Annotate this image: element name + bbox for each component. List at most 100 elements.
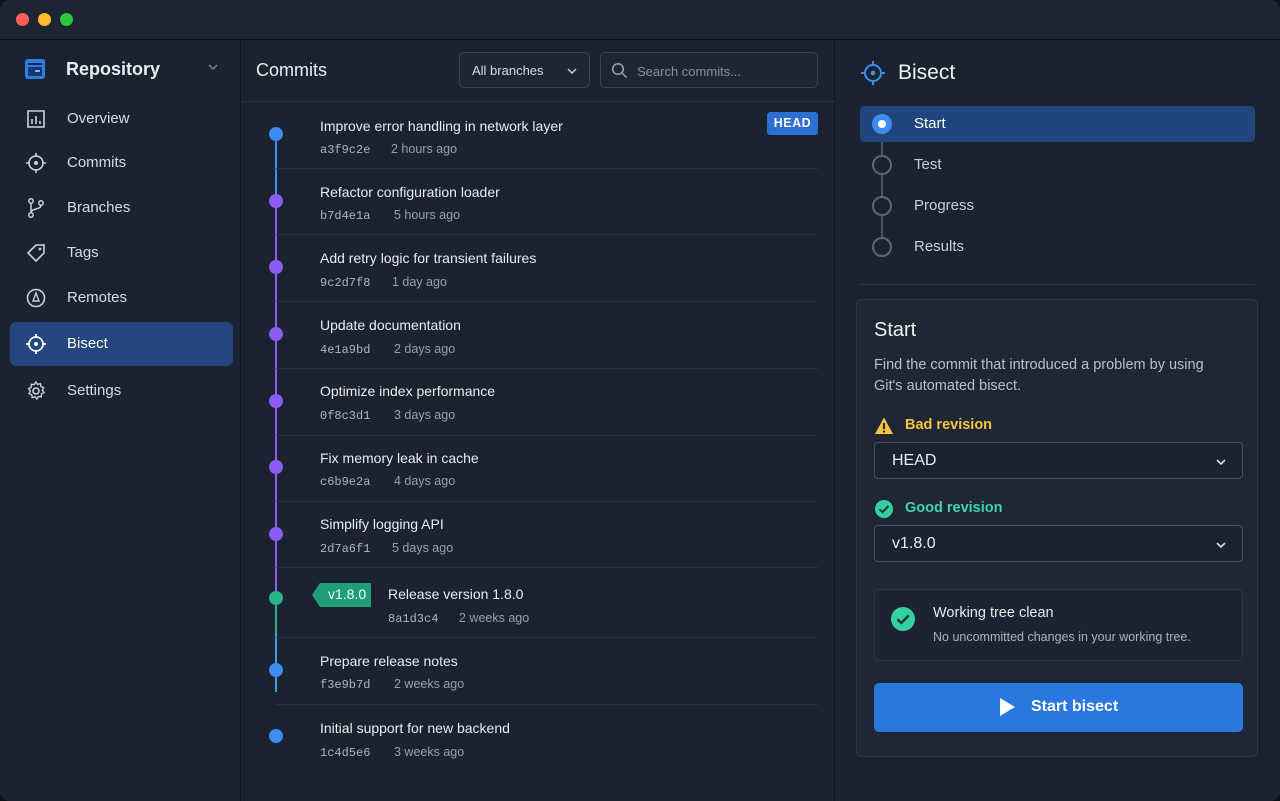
step-progress[interactable]: Progress xyxy=(860,188,1255,224)
app-window: Repository Overview Commits Branches Tag… xyxy=(0,0,1280,801)
commit-row[interactable]: v1.8.0 Release version 1.8.0 8a1d3c4 2 w… xyxy=(269,568,818,638)
search-icon xyxy=(611,62,628,79)
commits-panel: Commits All branches Improve error handl… xyxy=(242,40,835,801)
start-bisect-label: Start bisect xyxy=(1031,698,1119,715)
check-circle-icon xyxy=(875,500,893,518)
commit-hash: a3f9c2e xyxy=(320,143,371,157)
start-card: Start Find the commit that introduced a … xyxy=(856,299,1258,757)
commit-time: 2 weeks ago xyxy=(394,677,465,691)
sidebar-item-settings[interactable]: Settings xyxy=(10,369,233,413)
sidebar-item-bisect[interactable]: Bisect xyxy=(10,322,233,366)
commit-row[interactable]: Update documentation 4e1a9bd 2 days ago xyxy=(269,302,818,369)
commit-dot xyxy=(269,591,283,605)
commit-message: Prepare release notes xyxy=(320,653,458,669)
step-indicator xyxy=(872,237,892,257)
sidebar-item-label: Commits xyxy=(67,154,127,171)
commit-time: 2 hours ago xyxy=(391,142,458,156)
good-revision-text: Good revision xyxy=(905,500,1003,516)
branches-icon xyxy=(28,198,44,218)
start-bisect-button[interactable]: Start bisect xyxy=(874,683,1243,732)
working-tree-status: Working tree clean No uncommitted change… xyxy=(874,589,1243,661)
commit-row[interactable]: Initial support for new backend 1c4d5e6 … xyxy=(269,705,818,772)
chevron-down-icon xyxy=(1216,459,1226,466)
commit-time: 2 days ago xyxy=(394,342,456,356)
commit-time: 3 days ago xyxy=(394,408,456,422)
remotes-icon xyxy=(26,288,46,308)
overview-icon xyxy=(27,110,45,128)
maximize-window-button[interactable] xyxy=(60,13,73,26)
commit-hash: c6b9e2a xyxy=(320,475,371,489)
branch-filter-value: All branches xyxy=(472,63,544,78)
bisect-icon xyxy=(861,61,885,85)
good-revision-select[interactable]: v1.8.0 xyxy=(874,525,1243,562)
commit-message: Optimize index performance xyxy=(320,383,496,399)
search-box xyxy=(600,52,818,88)
head-badge: HEAD xyxy=(767,112,818,135)
commit-time: 1 day ago xyxy=(392,275,447,289)
commit-message: Initial support for new backend xyxy=(320,720,510,736)
bad-revision-select[interactable]: HEAD xyxy=(874,442,1243,479)
check-circle-icon xyxy=(891,607,915,631)
commit-row[interactable]: Refactor configuration loader b7d4e1a 5 … xyxy=(269,169,818,235)
commit-hash: 2d7a6f1 xyxy=(320,542,371,556)
step-results[interactable]: Results xyxy=(860,229,1255,265)
step-indicator xyxy=(872,196,892,216)
commit-row[interactable]: Add retry logic for transient failures 9… xyxy=(269,235,818,302)
minimize-window-button[interactable] xyxy=(38,13,51,26)
sidebar-item-commits[interactable]: Commits xyxy=(10,141,233,185)
commit-hash: f3e9b7d xyxy=(320,678,371,692)
commit-dot xyxy=(269,460,283,474)
commit-hash: 4e1a9bd xyxy=(320,343,371,357)
sidebar-item-label: Overview xyxy=(67,110,130,127)
commit-row[interactable]: Optimize index performance 0f8c3d1 3 day… xyxy=(269,369,818,436)
commit-message: Simplify logging API xyxy=(320,516,444,532)
sidebar-item-label: Tags xyxy=(67,244,99,261)
warning-icon xyxy=(875,417,893,434)
repository-selector[interactable]: Repository xyxy=(24,58,224,82)
commit-message: Fix memory leak in cache xyxy=(320,450,479,466)
commit-time: 3 weeks ago xyxy=(394,745,465,759)
commit-row[interactable]: Improve error handling in network layer … xyxy=(269,102,818,169)
commit-time: 4 days ago xyxy=(394,474,456,488)
commit-dot xyxy=(269,527,283,541)
commit-row[interactable]: Fix memory leak in cache c6b9e2a 4 days … xyxy=(269,436,818,502)
commit-hash: 0f8c3d1 xyxy=(320,409,371,423)
bisect-panel: Bisect Start Test Progress Results Start… xyxy=(836,40,1280,801)
status-title: Working tree clean xyxy=(933,605,1054,621)
branch-filter-dropdown[interactable]: All branches xyxy=(459,52,590,88)
commit-row[interactable]: Prepare release notes f3e9b7d 2 weeks ag… xyxy=(269,638,818,705)
commit-dot xyxy=(269,729,283,743)
sidebar-item-tags[interactable]: Tags xyxy=(10,231,233,275)
commit-dot xyxy=(269,127,283,141)
commit-message: Update documentation xyxy=(320,317,461,333)
gear-icon xyxy=(27,380,46,401)
sidebar-item-branches[interactable]: Branches xyxy=(10,186,233,230)
card-title: Start xyxy=(874,319,917,341)
commit-row[interactable]: Simplify logging API 2d7a6f1 5 days ago xyxy=(269,502,818,568)
commit-dot xyxy=(269,327,283,341)
sidebar-item-label: Settings xyxy=(67,382,122,399)
commit-hash: 8a1d3c4 xyxy=(388,612,439,626)
commit-dot xyxy=(269,663,283,677)
step-indicator xyxy=(872,155,892,175)
bad-revision-label: Bad revision xyxy=(874,416,1074,436)
chevron-down-icon xyxy=(567,68,577,75)
step-label: Results xyxy=(914,238,965,255)
sidebar-item-remotes[interactable]: Remotes xyxy=(10,276,233,320)
step-label: Test xyxy=(914,156,942,173)
status-subtitle: No uncommitted changes in your working t… xyxy=(933,630,1191,644)
commits-header: Commits All branches xyxy=(242,40,835,102)
search-input[interactable] xyxy=(637,61,807,81)
step-start[interactable]: Start xyxy=(860,106,1255,142)
sidebar-item-label: Branches xyxy=(67,199,131,216)
bad-revision-value: HEAD xyxy=(892,452,937,469)
commit-time: 5 hours ago xyxy=(394,208,461,222)
step-test[interactable]: Test xyxy=(860,147,1255,183)
sidebar-item-overview[interactable]: Overview xyxy=(10,97,233,141)
card-description: Find the commit that introduced a proble… xyxy=(874,357,1204,394)
step-label: Progress xyxy=(914,197,975,214)
bisect-icon xyxy=(26,334,46,354)
commit-time: 2 weeks ago xyxy=(459,611,530,625)
play-icon xyxy=(1000,698,1015,716)
close-window-button[interactable] xyxy=(16,13,29,26)
